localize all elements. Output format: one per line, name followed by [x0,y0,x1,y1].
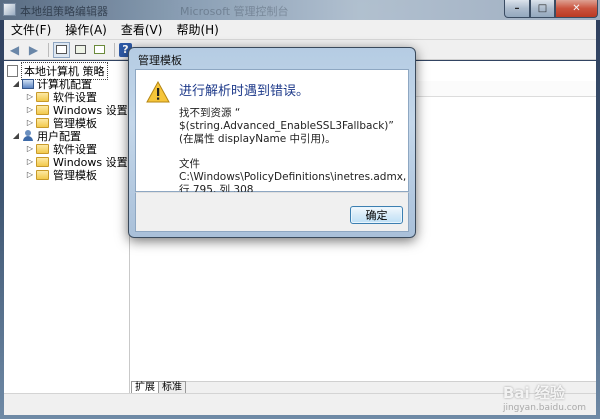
expand-arrow-icon[interactable]: ▷ [26,118,34,127]
expand-arrow-icon[interactable]: ▷ [26,105,34,114]
status-bar: Bai 经验 jingyan.baidu.com [4,384,596,415]
window-controls: – □ ✕ [504,0,598,18]
detail-line-1: 文件 C:\Windows\PolicyDefinitions\inetres.… [179,158,407,183]
collapse-arrow-icon[interactable]: ◢ [12,79,20,88]
tab-standard[interactable]: 标准 [158,381,186,393]
dialog-body: 进行解析时遇到错误。 找不到资源 “ $(string.Advanced_Ena… [135,69,409,196]
policy-doc-icon [7,64,18,77]
toolbar-separator [48,42,49,57]
menu-bar: 文件(F) 操作(A) 查看(V) 帮助(H) [4,20,596,40]
dialog-footer: 确定 [135,192,409,232]
dialog-heading: 进行解析时遇到错误。 [179,84,310,99]
forward-arrow-icon[interactable]: ▶ [25,42,42,58]
properties-icon[interactable] [72,42,89,58]
dialog-message: 找不到资源 “ $(string.Advanced_EnableSSL3Fall… [179,107,404,146]
folder-icon [36,143,49,154]
collapse-arrow-icon[interactable]: ◢ [12,131,20,140]
folder-icon [36,91,49,102]
window-titlebar[interactable]: 本地组策略编辑器 Microsoft 管理控制台 – □ ✕ [0,0,600,20]
folder-icon [36,104,49,115]
back-arrow-icon[interactable]: ◀ [6,42,23,58]
watermark-brand: Bai 经验 [502,384,565,402]
warning-icon [146,81,170,103]
error-dialog: 管理模板 进行解析时遇到错误。 找不到资源 “ $(string.Advance… [128,47,416,238]
dialog-titlebar[interactable]: 管理模板 [129,48,415,68]
folder-icon [36,169,49,180]
message-line-2: $(string.Advanced_EnableSSL3Fallback)” (… [179,120,394,145]
maximize-button[interactable]: □ [530,0,555,18]
menu-file[interactable]: 文件(F) [4,21,58,38]
expand-arrow-icon[interactable]: ▷ [26,170,34,179]
toolbar-separator [114,42,115,57]
expand-arrow-icon[interactable]: ▷ [26,157,34,166]
window-title: 本地组策略编辑器 [20,5,108,18]
message-line-1: 找不到资源 “ [179,107,241,119]
tree-label: 管理模板 [53,168,97,182]
export-list-icon[interactable] [91,42,108,58]
tree-pane: 本地计算机 策略 ◢ 计算机配置 ▷ 软件设置 ▷ Windows 设置 ▷ 管… [4,61,130,393]
app-icon [3,3,16,16]
menu-help[interactable]: 帮助(H) [169,21,225,38]
folder-icon [36,117,49,128]
user-icon [22,130,34,141]
baidu-watermark: Bai 经验 jingyan.baidu.com [503,382,586,413]
show-tree-icon[interactable] [53,41,70,58]
ok-button[interactable]: 确定 [350,206,403,224]
tree-item-user-admin-templates[interactable]: ▷ 管理模板 [26,168,97,182]
minimize-button[interactable]: – [504,0,530,18]
watermark-url: jingyan.baidu.com [502,403,586,413]
dialog-title: 管理模板 [138,54,182,67]
tab-extended[interactable]: 扩展 [131,381,159,393]
window-title-tail: Microsoft 管理控制台 [180,5,289,18]
expand-arrow-icon[interactable]: ▷ [26,144,34,153]
menu-view[interactable]: 查看(V) [114,21,170,38]
expand-arrow-icon[interactable]: ▷ [26,92,34,101]
computer-icon [22,78,34,89]
view-tabs: 扩展 标准 [131,381,186,393]
folder-icon [36,156,49,167]
close-button[interactable]: ✕ [555,0,598,18]
menu-action[interactable]: 操作(A) [58,21,114,38]
